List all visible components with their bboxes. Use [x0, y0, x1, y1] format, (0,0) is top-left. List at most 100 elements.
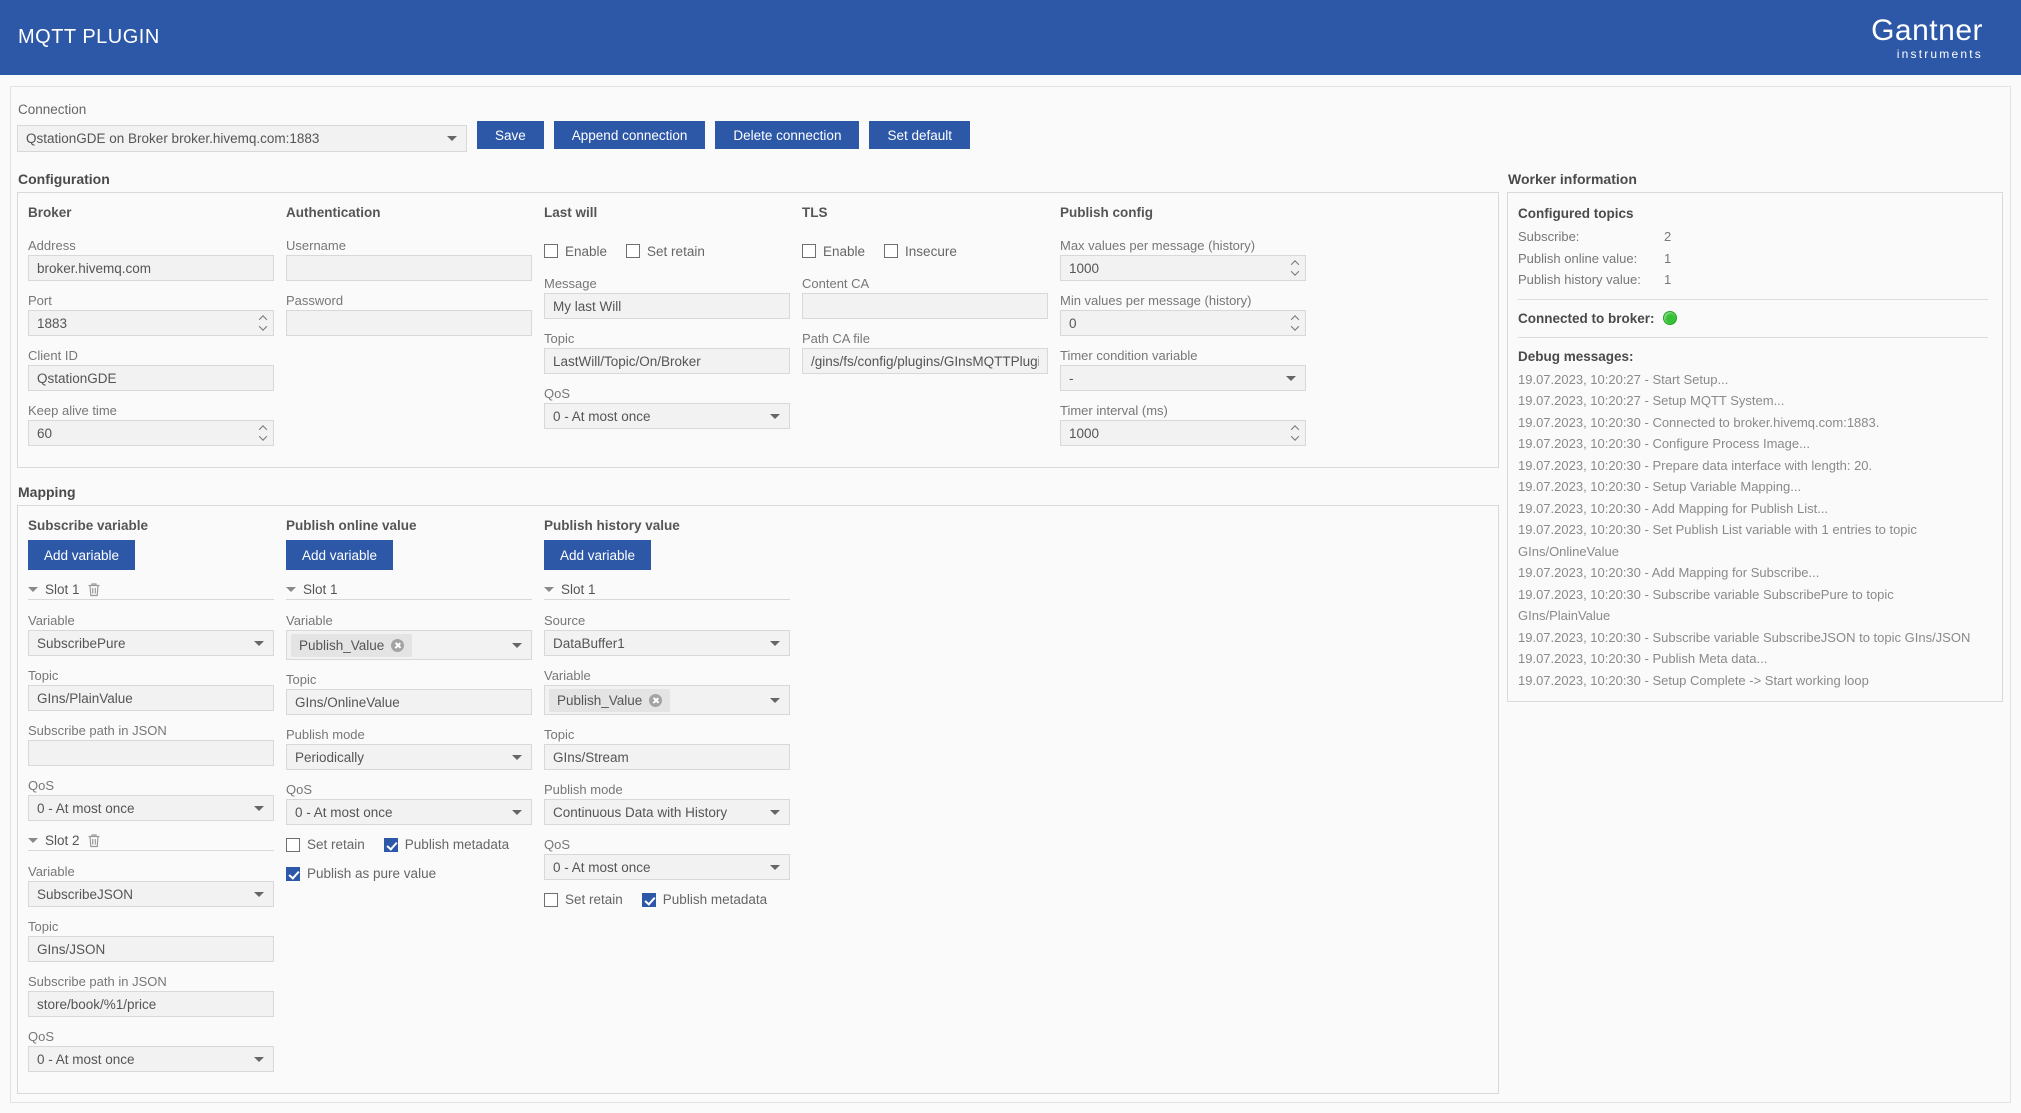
collapse-icon[interactable]	[286, 587, 296, 592]
variable-label: Variable	[28, 864, 274, 879]
spinner-icon[interactable]	[253, 421, 273, 445]
connected-to-broker-label: Connected to broker:	[1518, 308, 1655, 329]
trash-icon[interactable]	[87, 833, 101, 848]
last-will-qos-select[interactable]: 0 - At most once	[544, 403, 790, 429]
logo-brand-subtext: instruments	[1871, 48, 1983, 60]
publish-as-pure-value-checkbox[interactable]	[286, 867, 300, 881]
tls-insecure-checkbox[interactable]	[884, 244, 898, 258]
main-container: Connection QstationGDE on Broker broker.…	[10, 86, 2011, 1103]
slot-label: Slot 2	[45, 833, 80, 848]
message-label: Message	[544, 276, 790, 291]
message-input[interactable]	[544, 293, 790, 319]
mapping-panel: Subscribe variable Add variable Slot 1	[17, 505, 1499, 1094]
configuration-section-title: Configuration	[18, 171, 1499, 187]
keep-alive-input[interactable]	[28, 420, 274, 446]
trash-icon[interactable]	[87, 582, 101, 597]
timer-condition-value: -	[1069, 371, 1074, 386]
publish-online-add-variable-button[interactable]: Add variable	[286, 540, 393, 570]
debug-message: 19.07.2023, 10:20:30 - Publish Meta data…	[1518, 648, 1988, 670]
delete-connection-button[interactable]: Delete connection	[715, 121, 859, 149]
spinner-icon[interactable]	[253, 311, 273, 335]
caret-down-icon	[512, 643, 522, 648]
address-input[interactable]	[28, 255, 274, 281]
timer-interval-label: Timer interval (ms)	[1060, 403, 1306, 418]
subscribe-slot2-variable-select[interactable]: SubscribeJSON	[28, 881, 274, 907]
remove-icon[interactable]	[649, 694, 662, 707]
publish-online-set-retain-checkbox[interactable]	[286, 838, 300, 852]
select-value: 0 - At most once	[295, 805, 393, 820]
min-values-input[interactable]	[1060, 310, 1306, 336]
qos-label: QoS	[28, 778, 274, 793]
collapse-icon[interactable]	[544, 587, 554, 592]
subscribe-path-label: Subscribe path in JSON	[28, 974, 274, 989]
subscribe-path-label: Subscribe path in JSON	[28, 723, 274, 738]
debug-message: 19.07.2023, 10:20:30 - Configure Process…	[1518, 433, 1988, 455]
tls-enable-checkbox[interactable]	[802, 244, 816, 258]
caret-down-icon	[770, 414, 780, 419]
publish-history-metadata-checkbox[interactable]	[642, 893, 656, 907]
publish-history-mode-select[interactable]: Continuous Data with History	[544, 799, 790, 825]
publish-online-topic-input[interactable]	[286, 689, 532, 715]
spinner-icon[interactable]	[1285, 421, 1305, 445]
subscribe-add-variable-button[interactable]: Add variable	[28, 540, 135, 570]
publish-history-qos-select[interactable]: 0 - At most once	[544, 854, 790, 880]
path-ca-input[interactable]	[802, 348, 1048, 374]
max-values-input[interactable]	[1060, 255, 1306, 281]
last-will-enable-checkbox[interactable]	[544, 244, 558, 258]
page-title: MQTT PLUGIN	[18, 26, 160, 49]
publish-history-set-retain-checkbox[interactable]	[544, 893, 558, 907]
topic-count-value: 2	[1664, 226, 1671, 248]
password-input[interactable]	[286, 310, 532, 336]
spinner-icon[interactable]	[1285, 311, 1305, 335]
authentication-column-title: Authentication	[286, 205, 532, 220]
topic-label: Topic	[286, 672, 532, 687]
timer-condition-select[interactable]: -	[1060, 365, 1306, 391]
subscribe-slot2-topic-input[interactable]	[28, 936, 274, 962]
publish-online-variable-select[interactable]: Publish_Value	[286, 630, 532, 660]
last-will-set-retain-checkbox[interactable]	[626, 244, 640, 258]
content-ca-input[interactable]	[802, 293, 1048, 319]
publish-online-metadata-checkbox[interactable]	[384, 838, 398, 852]
subscribe-slot2-qos-select[interactable]: 0 - At most once	[28, 1046, 274, 1072]
spinner-icon[interactable]	[1285, 256, 1305, 280]
subscribe-slot1-topic-input[interactable]	[28, 685, 274, 711]
topic-count-label: Publish history value:	[1518, 269, 1664, 291]
select-value: SubscribeJSON	[37, 887, 133, 902]
publish-online-mode-select[interactable]: Periodically	[286, 744, 532, 770]
select-value: 0 - At most once	[37, 801, 135, 816]
username-input[interactable]	[286, 255, 532, 281]
set-default-button[interactable]: Set default	[869, 121, 970, 149]
timer-interval-input[interactable]	[1060, 420, 1306, 446]
remove-icon[interactable]	[391, 639, 404, 652]
port-input[interactable]	[28, 310, 274, 336]
debug-message: 19.07.2023, 10:20:30 - Prepare data inte…	[1518, 455, 1988, 477]
caret-down-icon	[254, 806, 264, 811]
save-button[interactable]: Save	[477, 121, 544, 149]
topic-count-row: Publish online value: 1	[1518, 248, 1988, 270]
append-connection-button[interactable]: Append connection	[554, 121, 706, 149]
last-will-topic-label: Topic	[544, 331, 790, 346]
publish-history-variable-select[interactable]: Publish_Value	[544, 685, 790, 715]
subscribe-slot1-path-input[interactable]	[28, 740, 274, 766]
min-values-label: Min values per message (history)	[1060, 293, 1306, 308]
caret-down-icon	[1286, 376, 1296, 381]
client-id-input[interactable]	[28, 365, 274, 391]
debug-message: 19.07.2023, 10:20:30 - Set Publish List …	[1518, 519, 1988, 562]
broker-column: Broker Address Port	[28, 205, 274, 458]
last-will-topic-input[interactable]	[544, 348, 790, 374]
publish-metadata-label: Publish metadata	[405, 837, 509, 852]
subscribe-variable-column: Subscribe variable Add variable Slot 1	[28, 518, 274, 1084]
subscribe-slot1-variable-select[interactable]: SubscribePure	[28, 630, 274, 656]
publish-history-source-select[interactable]: DataBuffer1	[544, 630, 790, 656]
connection-select[interactable]: QstationGDE on Broker broker.hivemq.com:…	[17, 125, 467, 152]
publish-online-qos-select[interactable]: 0 - At most once	[286, 799, 532, 825]
subscribe-slot2-path-input[interactable]	[28, 991, 274, 1017]
publish-history-topic-input[interactable]	[544, 744, 790, 770]
subscribe-slot1-qos-select[interactable]: 0 - At most once	[28, 795, 274, 821]
publish-history-add-variable-button[interactable]: Add variable	[544, 540, 651, 570]
last-will-qos-label: QoS	[544, 386, 790, 401]
collapse-icon[interactable]	[28, 838, 38, 843]
tls-enable-label: Enable	[823, 244, 865, 259]
content-ca-label: Content CA	[802, 276, 1048, 291]
collapse-icon[interactable]	[28, 587, 38, 592]
